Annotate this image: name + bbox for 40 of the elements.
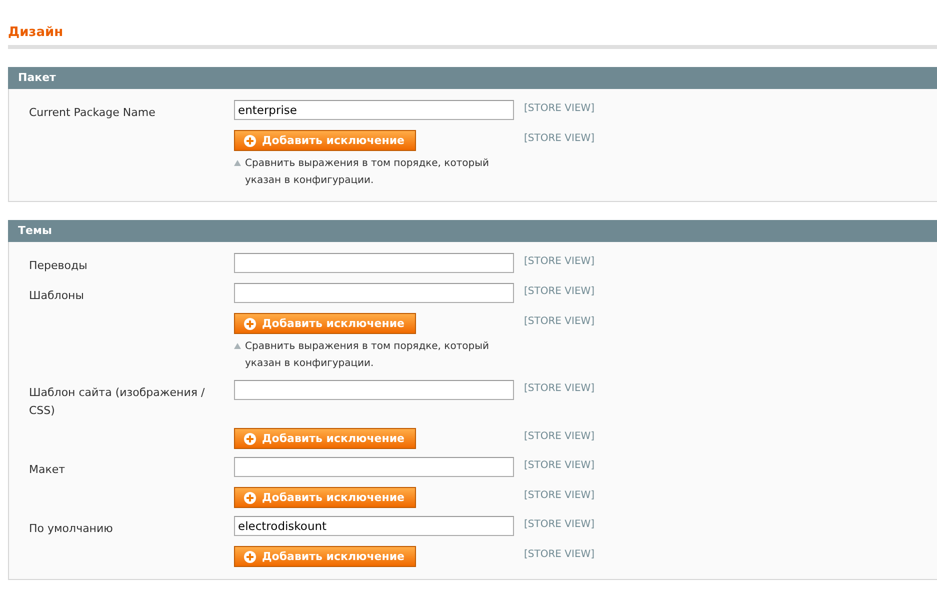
field-label: Макет <box>29 462 66 478</box>
field-label: Шаблоны <box>29 288 85 304</box>
scope-label: [STORE VIEW] <box>524 315 596 327</box>
section-header[interactable]: Темы <box>8 220 937 242</box>
scope-label: [STORE VIEW] <box>524 489 596 501</box>
input-field[interactable] <box>234 253 514 273</box>
scope-label: [STORE VIEW] <box>524 459 596 471</box>
scope-label: [STORE VIEW] <box>524 255 596 267</box>
plus-icon <box>244 492 256 504</box>
input-field[interactable] <box>234 457 514 477</box>
input-field[interactable]: enterprise <box>234 100 514 120</box>
page-title: Дизайн <box>8 0 937 49</box>
scope-label: [STORE VIEW] <box>524 132 596 144</box>
hint-text: Сравнить выражения в том порядке, который указан в конфигурации. <box>245 157 490 188</box>
input-field[interactable]: electrodiskount <box>234 516 514 536</box>
input-field[interactable] <box>234 380 514 400</box>
field-label: Шаблон сайта (изображения / CSS) <box>29 385 206 419</box>
scope-label: [STORE VIEW] <box>524 548 596 560</box>
plus-icon <box>244 318 256 330</box>
field-label: Current Package Name <box>29 105 156 121</box>
plus-icon <box>244 550 256 562</box>
plus-icon <box>244 432 256 444</box>
add-exception-button[interactable]: Добавить исключение <box>234 130 416 151</box>
add-exception-button[interactable]: Добавить исключение <box>234 546 416 567</box>
add-exception-button[interactable]: Добавить исключение <box>234 428 416 449</box>
hint-text: Сравнить выражения в том порядке, который указан в конфигурации. <box>245 340 490 371</box>
scope-label: [STORE VIEW] <box>524 430 596 442</box>
triangle-icon <box>234 160 241 166</box>
scope-label: [STORE VIEW] <box>524 102 596 114</box>
add-exception-button[interactable]: Добавить исключение <box>234 313 416 334</box>
field-label: По умолчанию <box>29 521 114 537</box>
input-field[interactable] <box>234 283 514 303</box>
plus-icon <box>244 134 256 146</box>
add-exception-button[interactable]: Добавить исключение <box>234 487 416 508</box>
scope-label: [STORE VIEW] <box>524 382 596 394</box>
scope-label: [STORE VIEW] <box>524 518 596 530</box>
triangle-icon <box>234 343 241 349</box>
section-header[interactable]: Пакет <box>8 67 937 89</box>
field-label: Переводы <box>29 258 88 274</box>
scope-label: [STORE VIEW] <box>524 285 596 297</box>
